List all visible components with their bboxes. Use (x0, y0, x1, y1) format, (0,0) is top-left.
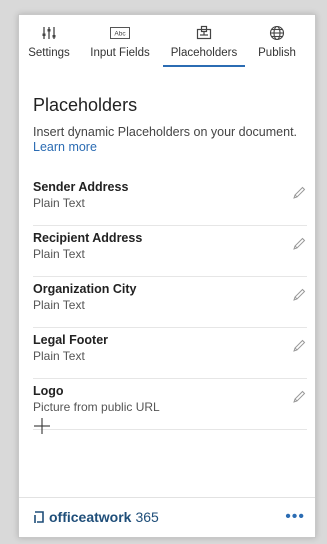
placeholder-type: Plain Text (33, 247, 85, 261)
tab-label: Placeholders (170, 47, 238, 59)
list-item[interactable]: Logo Picture from public URL (33, 379, 307, 430)
list-item[interactable]: Organization City Plain Text (33, 277, 307, 328)
footer: officeatwork 365 ••• (19, 497, 315, 537)
officeatwork-logo-icon (33, 510, 45, 524)
pencil-icon[interactable] (291, 185, 307, 201)
logo-suffix: 365 (135, 509, 159, 525)
sliders-icon (41, 25, 57, 41)
tab-label: Publish (258, 47, 296, 59)
placeholder-list: Sender Address Plain Text Recipient Addr… (33, 175, 307, 430)
placeholder-name: Legal Footer (33, 333, 109, 347)
tab-label: Input Fields (90, 47, 150, 59)
tab-settings[interactable]: Settings (19, 15, 79, 71)
tab-bar: Settings Abc Input Fields Placeholders P… (19, 15, 315, 71)
plus-icon (34, 418, 50, 434)
globe-icon (269, 25, 285, 41)
pencil-icon[interactable] (291, 236, 307, 252)
officeatwork-logo: officeatwork 365 (33, 509, 159, 525)
tab-placeholders[interactable]: Placeholders (161, 15, 247, 71)
placeholder-name: Organization City (33, 282, 137, 296)
tab-publish[interactable]: Publish (247, 15, 307, 71)
text-field-icon-label: Abc (114, 31, 126, 38)
learn-more-link[interactable]: Learn more (33, 140, 97, 154)
page-description: Insert dynamic Placeholders on your docu… (33, 125, 298, 139)
placeholder-type: Plain Text (33, 298, 85, 312)
addin-panel: Settings Abc Input Fields Placeholders P… (18, 14, 316, 538)
tab-input-fields[interactable]: Abc Input Fields (79, 15, 161, 71)
list-item[interactable]: Sender Address Plain Text (33, 175, 307, 226)
text-field-icon: Abc (110, 25, 130, 41)
tab-label: Settings (28, 47, 70, 59)
add-placeholder-button[interactable] (33, 417, 51, 435)
placeholder-name: Sender Address (33, 180, 129, 194)
logo-brand: officeatwork (49, 509, 132, 525)
list-item[interactable]: Legal Footer Plain Text (33, 328, 307, 379)
placeholder-type: Picture from public URL (33, 400, 160, 414)
placeholder-icon (196, 25, 212, 41)
placeholder-name: Recipient Address (33, 231, 143, 245)
placeholder-type: Plain Text (33, 196, 85, 210)
list-item[interactable]: Recipient Address Plain Text (33, 226, 307, 277)
pencil-icon[interactable] (291, 338, 307, 354)
pencil-icon[interactable] (291, 287, 307, 303)
more-options-button[interactable]: ••• (285, 508, 305, 526)
placeholder-name: Logo (33, 384, 64, 398)
pencil-icon[interactable] (291, 389, 307, 405)
page-title: Placeholders (33, 95, 138, 115)
placeholder-type: Plain Text (33, 349, 85, 363)
